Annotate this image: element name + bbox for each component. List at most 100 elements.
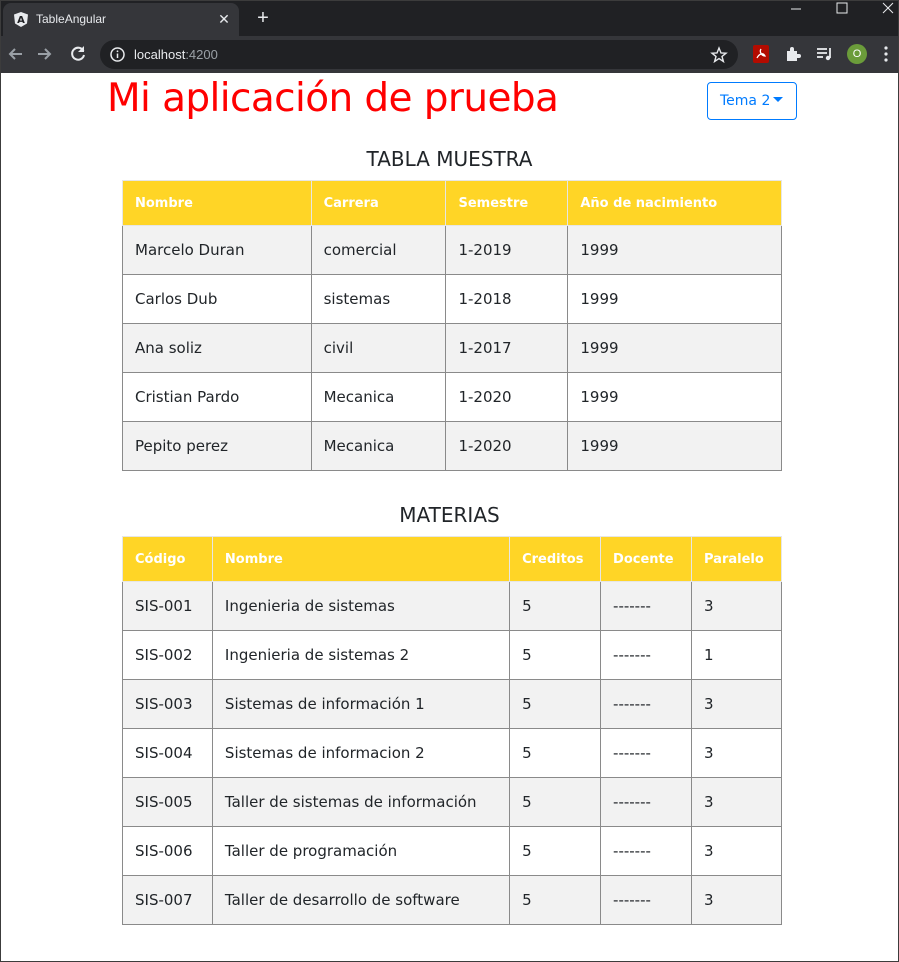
table-cell: 5	[509, 875, 602, 925]
forward-arrow-icon[interactable]	[33, 43, 55, 65]
table-cell: -------	[600, 826, 692, 876]
subjects-column-header: Nombre	[211, 536, 511, 582]
table-row: Carlos Dub sistemas 1-2018 1999	[122, 274, 782, 324]
theme-button-label: Tema 2	[720, 93, 771, 109]
media-controls-icon[interactable]	[815, 44, 835, 64]
table-cell: -------	[600, 875, 692, 925]
subjects-table-body: SIS-001 Ingenieria de sistemas 5 ------- 3 SI…	[122, 581, 782, 925]
students-column-header: Semestre	[445, 180, 569, 226]
table-cell: civil	[310, 323, 447, 373]
students-column-header: Año de nacimiento	[567, 180, 782, 226]
table-cell: 1999	[567, 225, 782, 275]
table-cell: 1999	[567, 372, 782, 422]
table-cell: 3	[691, 679, 782, 729]
table-cell: Taller de sistemas de información	[211, 777, 511, 827]
svg-text:A: A	[17, 15, 25, 26]
table-cell: 3	[691, 777, 782, 827]
table-cell: comercial	[310, 225, 447, 275]
page-content: Mi aplicación de prueba Tema 2 TABLA MUE…	[1, 73, 898, 961]
app-title: Mi aplicación de prueba	[107, 76, 559, 121]
students-column-header: Carrera	[310, 180, 447, 226]
browser-tab-active[interactable]: A TableAngular ✕	[3, 3, 239, 36]
table-cell: -------	[600, 728, 692, 778]
table-cell: Sistemas de información 1	[211, 679, 511, 729]
table-cell: SIS-002	[122, 630, 213, 680]
table-cell: Taller de programación	[211, 826, 511, 876]
table-cell: SIS-003	[122, 679, 213, 729]
address-bar[interactable]: localhost:4200	[100, 40, 738, 69]
url-host: localhost	[134, 47, 186, 62]
table-cell: -------	[600, 581, 692, 631]
table-cell: -------	[600, 777, 692, 827]
table-row: SIS-003 Sistemas de información 1 5 -------…	[122, 679, 782, 729]
table-cell: 5	[509, 581, 602, 631]
table-cell: 3	[691, 826, 782, 876]
table-cell: Mecanica	[310, 372, 447, 422]
site-info-icon[interactable]	[110, 47, 125, 62]
table-cell: sistemas	[310, 274, 447, 324]
subjects-column-header: Creditos	[509, 536, 602, 582]
tab-title: TableAngular	[36, 12, 107, 26]
table-cell: 5	[509, 679, 602, 729]
theme-dropdown-button[interactable]: Tema 2	[707, 82, 797, 120]
new-tab-icon[interactable]: +	[253, 8, 273, 28]
table-row: SIS-005 Taller de sistemas de información…	[122, 777, 782, 827]
table-cell: 1	[691, 630, 782, 680]
table-cell: Taller de desarrollo de software	[211, 875, 511, 925]
table-cell: 5	[509, 826, 602, 876]
tab-close-icon[interactable]: ✕	[216, 11, 232, 27]
table-row: Ana soliz civil 1-2017 1999	[122, 323, 782, 373]
table-cell: Cristian Pardo	[122, 372, 312, 422]
table-cell: Sistemas de informacion 2	[211, 728, 511, 778]
subjects-column-header: Docente	[600, 536, 692, 582]
close-window-icon[interactable]	[857, 1, 899, 31]
students-table-title: TABLA MUESTRA	[366, 147, 533, 171]
table-cell: Marcelo Duran	[122, 225, 312, 275]
table-cell: SIS-004	[122, 728, 213, 778]
table-row: Pepito perez Mecanica 1-2020 1999	[122, 421, 782, 471]
table-cell: 1-2020	[445, 421, 569, 471]
extensions-puzzle-icon[interactable]	[783, 44, 803, 64]
subjects-table-title: MATERIAS	[399, 503, 500, 527]
table-cell: 1-2019	[445, 225, 569, 275]
table-cell: Carlos Dub	[122, 274, 312, 324]
browser-window: A TableAngular ✕ + localhost:4200 O Mi a…	[0, 0, 899, 962]
minimize-window-icon[interactable]	[773, 1, 819, 31]
table-row: Marcelo Duran comercial 1-2019 1999	[122, 225, 782, 275]
url-port: :4200	[185, 47, 218, 62]
students-table: Nombre Carrera Semestre Año de nacimiento M…	[122, 180, 782, 471]
students-table-body: Marcelo Duran comercial 1-2019 1999 Carlos D…	[122, 225, 782, 471]
table-cell: 3	[691, 875, 782, 925]
reload-icon[interactable]	[67, 43, 89, 65]
pdf-extension-icon[interactable]	[751, 44, 771, 64]
table-cell: -------	[600, 679, 692, 729]
subjects-column-header: Código	[122, 536, 213, 582]
table-cell: 3	[691, 728, 782, 778]
table-cell: SIS-006	[122, 826, 213, 876]
table-cell: 1999	[567, 323, 782, 373]
table-cell: Ingenieria de sistemas 2	[211, 630, 511, 680]
table-cell: 5	[509, 630, 602, 680]
profile-avatar[interactable]: O	[847, 44, 867, 64]
browser-menu-icon[interactable]	[879, 44, 893, 64]
subjects-column-header: Paralelo	[691, 536, 782, 582]
table-cell: 1-2017	[445, 323, 569, 373]
table-cell: SIS-005	[122, 777, 213, 827]
table-cell: 5	[509, 777, 602, 827]
table-cell: Pepito perez	[122, 421, 312, 471]
students-table-header-row: Nombre Carrera Semestre Año de nacimiento	[122, 180, 782, 226]
students-column-header: Nombre	[122, 180, 312, 226]
angular-favicon-icon: A	[14, 12, 28, 27]
table-cell: 1-2020	[445, 372, 569, 422]
table-cell: Ingenieria de sistemas	[211, 581, 511, 631]
table-cell: 1-2018	[445, 274, 569, 324]
table-cell: 1999	[567, 274, 782, 324]
table-row: Cristian Pardo Mecanica 1-2020 1999	[122, 372, 782, 422]
caret-down-icon	[773, 97, 784, 102]
tab-strip: A TableAngular ✕ +	[1, 1, 898, 36]
bookmark-star-icon[interactable]	[710, 46, 728, 64]
subjects-table: Código Nombre Creditos Docente Paralelo SIS-…	[122, 536, 782, 925]
table-row: SIS-007 Taller de desarrollo de software 5…	[122, 875, 782, 925]
url-text: localhost:4200	[134, 47, 218, 62]
back-arrow-icon[interactable]	[5, 43, 27, 65]
